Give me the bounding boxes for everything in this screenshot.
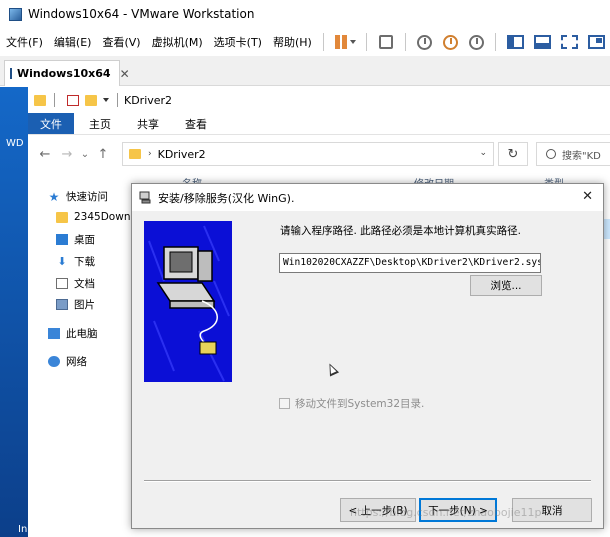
toolbar-separator [322, 33, 324, 51]
sidebar-item-network[interactable]: 网络 [48, 354, 87, 369]
sidebar-item-label: 下载 [74, 256, 95, 268]
toolbar-separator [405, 33, 406, 51]
chevron-down-icon[interactable]: ⌄ [479, 148, 487, 158]
move-to-system32-option[interactable]: 移动文件到System32目录. [279, 396, 424, 411]
pause-icon[interactable] [332, 34, 348, 50]
snapshot-icon[interactable] [417, 33, 433, 51]
customize-toolbar-icon[interactable] [103, 98, 109, 102]
sidebar-item-this-pc[interactable]: 此电脑 [48, 326, 98, 341]
show-library-icon[interactable] [507, 33, 524, 51]
sidebar-item-label: 桌面 [74, 234, 95, 246]
sidebar-item-label: 网络 [66, 356, 87, 368]
full-screen-icon[interactable] [561, 33, 578, 51]
menu-help[interactable]: 帮助(H) [267, 34, 317, 50]
dialog-title: 安装/移除服务(汉化 WinG). [158, 191, 295, 205]
network-icon [48, 356, 60, 367]
move-to-system32-label: 移动文件到System32目录. [295, 398, 425, 410]
refresh-button[interactable]: ↻ [498, 142, 528, 166]
menu-edit[interactable]: 编辑(E) [48, 34, 97, 50]
quick-access-toolbar: KDriver2 [28, 87, 610, 113]
chevron-right-icon[interactable]: › [148, 149, 152, 159]
desktop-label: In [18, 524, 28, 535]
ribbon-tabs: 文件 主页 共享 查看 [28, 113, 610, 135]
download-icon: ⬇ [57, 255, 67, 268]
thumbnail-bar-icon[interactable] [534, 33, 551, 51]
recent-locations-button[interactable]: ⌄ [78, 149, 92, 160]
folder-icon [56, 211, 68, 223]
tab-share[interactable]: 共享 [122, 113, 170, 134]
address-row: ← → ⌄ ↑ › KDriver2 ⌄ ↻ 搜索"KD [28, 139, 610, 169]
dialog-titlebar: 安装/移除服务(汉化 WinG). ✕ [132, 184, 603, 211]
computer-icon [48, 328, 60, 339]
sidebar-item-quick-access[interactable]: ★ 快速访问 [48, 189, 108, 204]
vmware-menubar: 文件(F) 编辑(E) 查看(V) 虚拟机(M) 选项卡(T) 帮助(H) [0, 28, 610, 56]
desktop-icon [56, 234, 68, 245]
sidebar-item-downloads[interactable]: ⬇ 下载 [56, 254, 95, 269]
path-prompt-label: 请输入程序路径. 此路径必须是本地计算机真实路径. [280, 225, 522, 237]
document-icon [56, 278, 68, 289]
install-service-dialog: 安装/移除服务(汉化 WinG). ✕ 请输入程序路径. 此路径必须是本地计算机… [131, 183, 604, 529]
address-bar[interactable]: › KDriver2 ⌄ [122, 142, 494, 166]
pictures-icon [56, 299, 68, 310]
up-button[interactable]: ↑ [92, 147, 114, 162]
toolbar-separator [495, 33, 496, 51]
menu-vm[interactable]: 虚拟机(M) [146, 34, 208, 50]
revert-snapshot-icon[interactable] [443, 33, 459, 51]
search-placeholder: 搜索"KD [562, 150, 601, 162]
sidebar-item-pictures[interactable]: 图片 [56, 297, 95, 312]
toolbar-separator [117, 93, 118, 107]
unity-icon[interactable] [588, 33, 605, 51]
guest-desktop: WD In [0, 87, 28, 537]
tab-windows10x64[interactable]: Windows10x64 ✕ [4, 60, 130, 86]
snapshot-manager-icon[interactable] [468, 33, 484, 51]
new-folder-icon[interactable] [85, 94, 97, 106]
browse-button[interactable]: 浏览... [470, 275, 542, 296]
properties-icon[interactable] [67, 94, 79, 106]
toolbar-separator [366, 33, 368, 51]
sidebar-item-desktop[interactable]: 桌面 [56, 232, 95, 247]
sidebar-item-label: 2345Downl [74, 211, 134, 223]
sidebar-item-2345downloads[interactable]: 2345Downl [56, 211, 133, 223]
send-ctrl-alt-del-icon[interactable] [378, 33, 394, 51]
forward-button[interactable]: → [56, 147, 78, 162]
tab-file[interactable]: 文件 [28, 113, 74, 134]
wizard-computer-image [144, 221, 232, 382]
sidebar-item-label: 快速访问 [66, 191, 108, 203]
sidebar-item-label: 此电脑 [66, 328, 98, 340]
folder-icon [129, 149, 141, 159]
tab-label: Windows10x64 [17, 67, 111, 80]
toolbar-separator [54, 93, 55, 107]
address-path: KDriver2 [157, 147, 206, 161]
vmware-tabbar: Windows10x64 ✕ [0, 56, 610, 86]
back-button[interactable]: ← [34, 147, 56, 162]
vmware-titlebar: Windows10x64 - VMware Workstation [0, 0, 610, 28]
search-input[interactable]: 搜索"KD [536, 142, 610, 166]
search-icon [546, 149, 556, 159]
star-icon: ★ [48, 189, 60, 204]
tab-home[interactable]: 主页 [74, 113, 122, 134]
menu-file[interactable]: 文件(F) [0, 34, 48, 50]
pause-dropdown-icon[interactable] [350, 40, 357, 44]
vm-icon [10, 68, 12, 79]
window-title: Windows10x64 - VMware Workstation [28, 7, 255, 21]
explorer-title: KDriver2 [124, 93, 173, 107]
close-icon[interactable]: ✕ [120, 67, 130, 81]
sidebar-item-label: 图片 [74, 299, 95, 311]
dialog-divider [144, 480, 591, 482]
move-to-system32-checkbox[interactable] [279, 398, 290, 409]
close-icon[interactable]: ✕ [582, 189, 593, 204]
menu-tabs[interactable]: 选项卡(T) [208, 34, 267, 50]
sidebar-item-documents[interactable]: 文档 [56, 276, 95, 291]
folder-icon [34, 94, 46, 106]
desktop-label: WD [6, 138, 24, 149]
watermark: https://blog.csdn.net/zhaobojie11p [350, 506, 542, 519]
program-path-input[interactable]: Win102020CXAZZF\Desktop\KDriver2\KDriver… [279, 253, 541, 273]
sidebar-item-label: 文档 [74, 278, 95, 290]
menu-view[interactable]: 查看(V) [96, 34, 145, 50]
service-icon [139, 191, 152, 204]
tab-view[interactable]: 查看 [170, 113, 218, 134]
navigation-pane: ★ 快速访问 2345Downl 桌面 ⬇ 下载 文档 图片 此电脑 网络 [28, 183, 133, 537]
vmware-app-icon [9, 7, 22, 21]
